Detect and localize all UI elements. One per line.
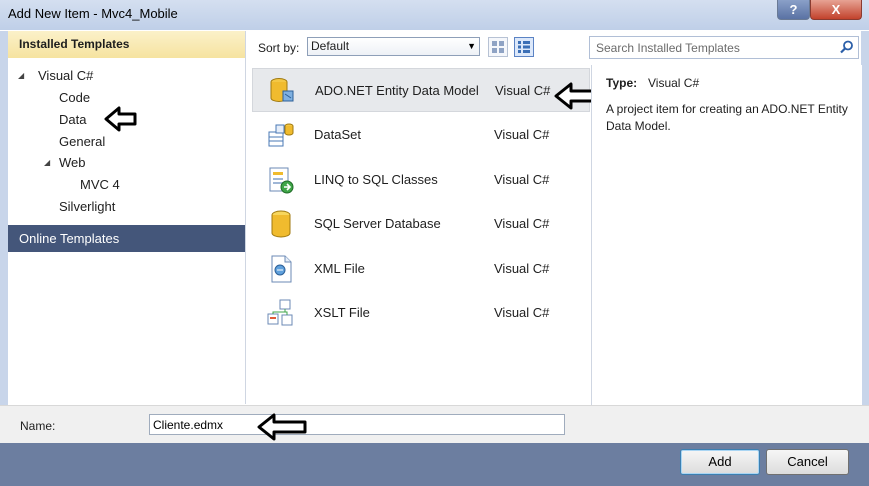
- annotation-arrow-left-icon: [257, 413, 307, 441]
- template-language: Visual C#: [494, 305, 550, 320]
- tree-item-code[interactable]: Code: [59, 90, 90, 105]
- help-button[interactable]: ?: [777, 0, 810, 20]
- collapse-triangle-icon[interactable]: ◢: [44, 158, 50, 167]
- template-row-dataset[interactable]: DataSet Visual C#: [252, 113, 590, 157]
- grid-view-icon: [492, 41, 504, 53]
- name-input[interactable]: [149, 414, 565, 435]
- template-row-xslt-file[interactable]: XSLT File Visual C#: [252, 291, 590, 335]
- left-frame: [0, 31, 8, 405]
- collapse-triangle-icon[interactable]: ◢: [18, 71, 24, 80]
- chevron-down-icon: ▼: [467, 41, 476, 51]
- sort-by-dropdown[interactable]: Default ▼: [307, 37, 480, 56]
- tree-item-mvc4[interactable]: MVC 4: [80, 177, 120, 192]
- name-label: Name:: [20, 419, 56, 433]
- template-language: Visual C#: [494, 172, 550, 187]
- template-details-pane: Type: Visual C# A project item for creat…: [591, 65, 862, 405]
- template-language: Visual C#: [494, 127, 550, 142]
- template-row-xml-file[interactable]: XML File Visual C#: [252, 247, 590, 291]
- template-name: LINQ to SQL Classes: [314, 172, 438, 187]
- add-button[interactable]: Add: [680, 449, 760, 475]
- entity-model-icon: [270, 78, 294, 102]
- template-language: Visual C#: [495, 83, 551, 98]
- tree-item-general[interactable]: General: [59, 134, 105, 149]
- search-icon[interactable]: [840, 40, 854, 54]
- type-value: Visual C#: [648, 76, 700, 90]
- medium-icons-view-button[interactable]: [514, 37, 534, 57]
- cancel-button[interactable]: Cancel: [766, 449, 849, 475]
- xml-file-icon: [271, 255, 292, 283]
- button-bar: Add Cancel: [0, 443, 869, 486]
- template-description: A project item for creating an ADO.NET E…: [606, 102, 848, 133]
- tree-item-silverlight[interactable]: Silverlight: [59, 199, 115, 214]
- online-templates-header[interactable]: Online Templates: [8, 225, 245, 252]
- name-bar: Name:: [0, 405, 869, 443]
- type-label: Type:: [606, 76, 638, 90]
- close-button[interactable]: X: [810, 0, 862, 20]
- template-language: Visual C#: [494, 216, 550, 231]
- right-frame: [861, 31, 869, 443]
- template-name: SQL Server Database: [314, 216, 441, 231]
- database-icon: [271, 210, 291, 238]
- template-language: Visual C#: [494, 261, 550, 276]
- add-new-item-dialog: Add New Item - Mvc4_Mobile ? X Installed…: [0, 0, 869, 486]
- template-row-sql-server-database[interactable]: SQL Server Database Visual C#: [252, 202, 590, 246]
- installed-templates-header[interactable]: Installed Templates: [8, 31, 245, 58]
- tree-item-web[interactable]: Web: [59, 155, 86, 170]
- list-view-icon: [518, 41, 530, 53]
- small-icons-view-button[interactable]: [488, 37, 508, 57]
- template-name: ADO.NET Entity Data Model: [315, 83, 479, 98]
- tree-item-visual-csharp[interactable]: Visual C#: [38, 68, 93, 83]
- template-row-linq-to-sql[interactable]: LINQ to SQL Classes Visual C#: [252, 158, 590, 202]
- sort-by-value: Default: [311, 39, 350, 53]
- xslt-file-icon: [267, 299, 293, 326]
- template-name: XML File: [314, 261, 365, 276]
- template-name: XSLT File: [314, 305, 370, 320]
- template-categories-pane: Installed Templates ◢ Visual C# Code Dat…: [8, 31, 246, 404]
- window-title: Add New Item - Mvc4_Mobile: [8, 6, 178, 21]
- template-name: DataSet: [314, 127, 361, 142]
- dataset-icon: [268, 123, 294, 147]
- title-bar[interactable]: Add New Item - Mvc4_Mobile ? X: [0, 0, 869, 30]
- linq-icon: [269, 167, 294, 194]
- tree-item-data[interactable]: Data: [59, 112, 86, 127]
- search-placeholder: Search Installed Templates: [596, 41, 740, 55]
- template-list: ADO.NET Entity Data Model Visual C# Data…: [252, 65, 604, 405]
- sort-by-label: Sort by:: [258, 41, 300, 55]
- template-row-entity-data-model[interactable]: ADO.NET Entity Data Model Visual C#: [252, 68, 590, 112]
- toolbar: Sort by: Default ▼ Search Installed Temp…: [252, 31, 861, 63]
- search-templates-input[interactable]: Search Installed Templates: [589, 36, 859, 59]
- annotation-arrow-left-icon: [104, 106, 137, 132]
